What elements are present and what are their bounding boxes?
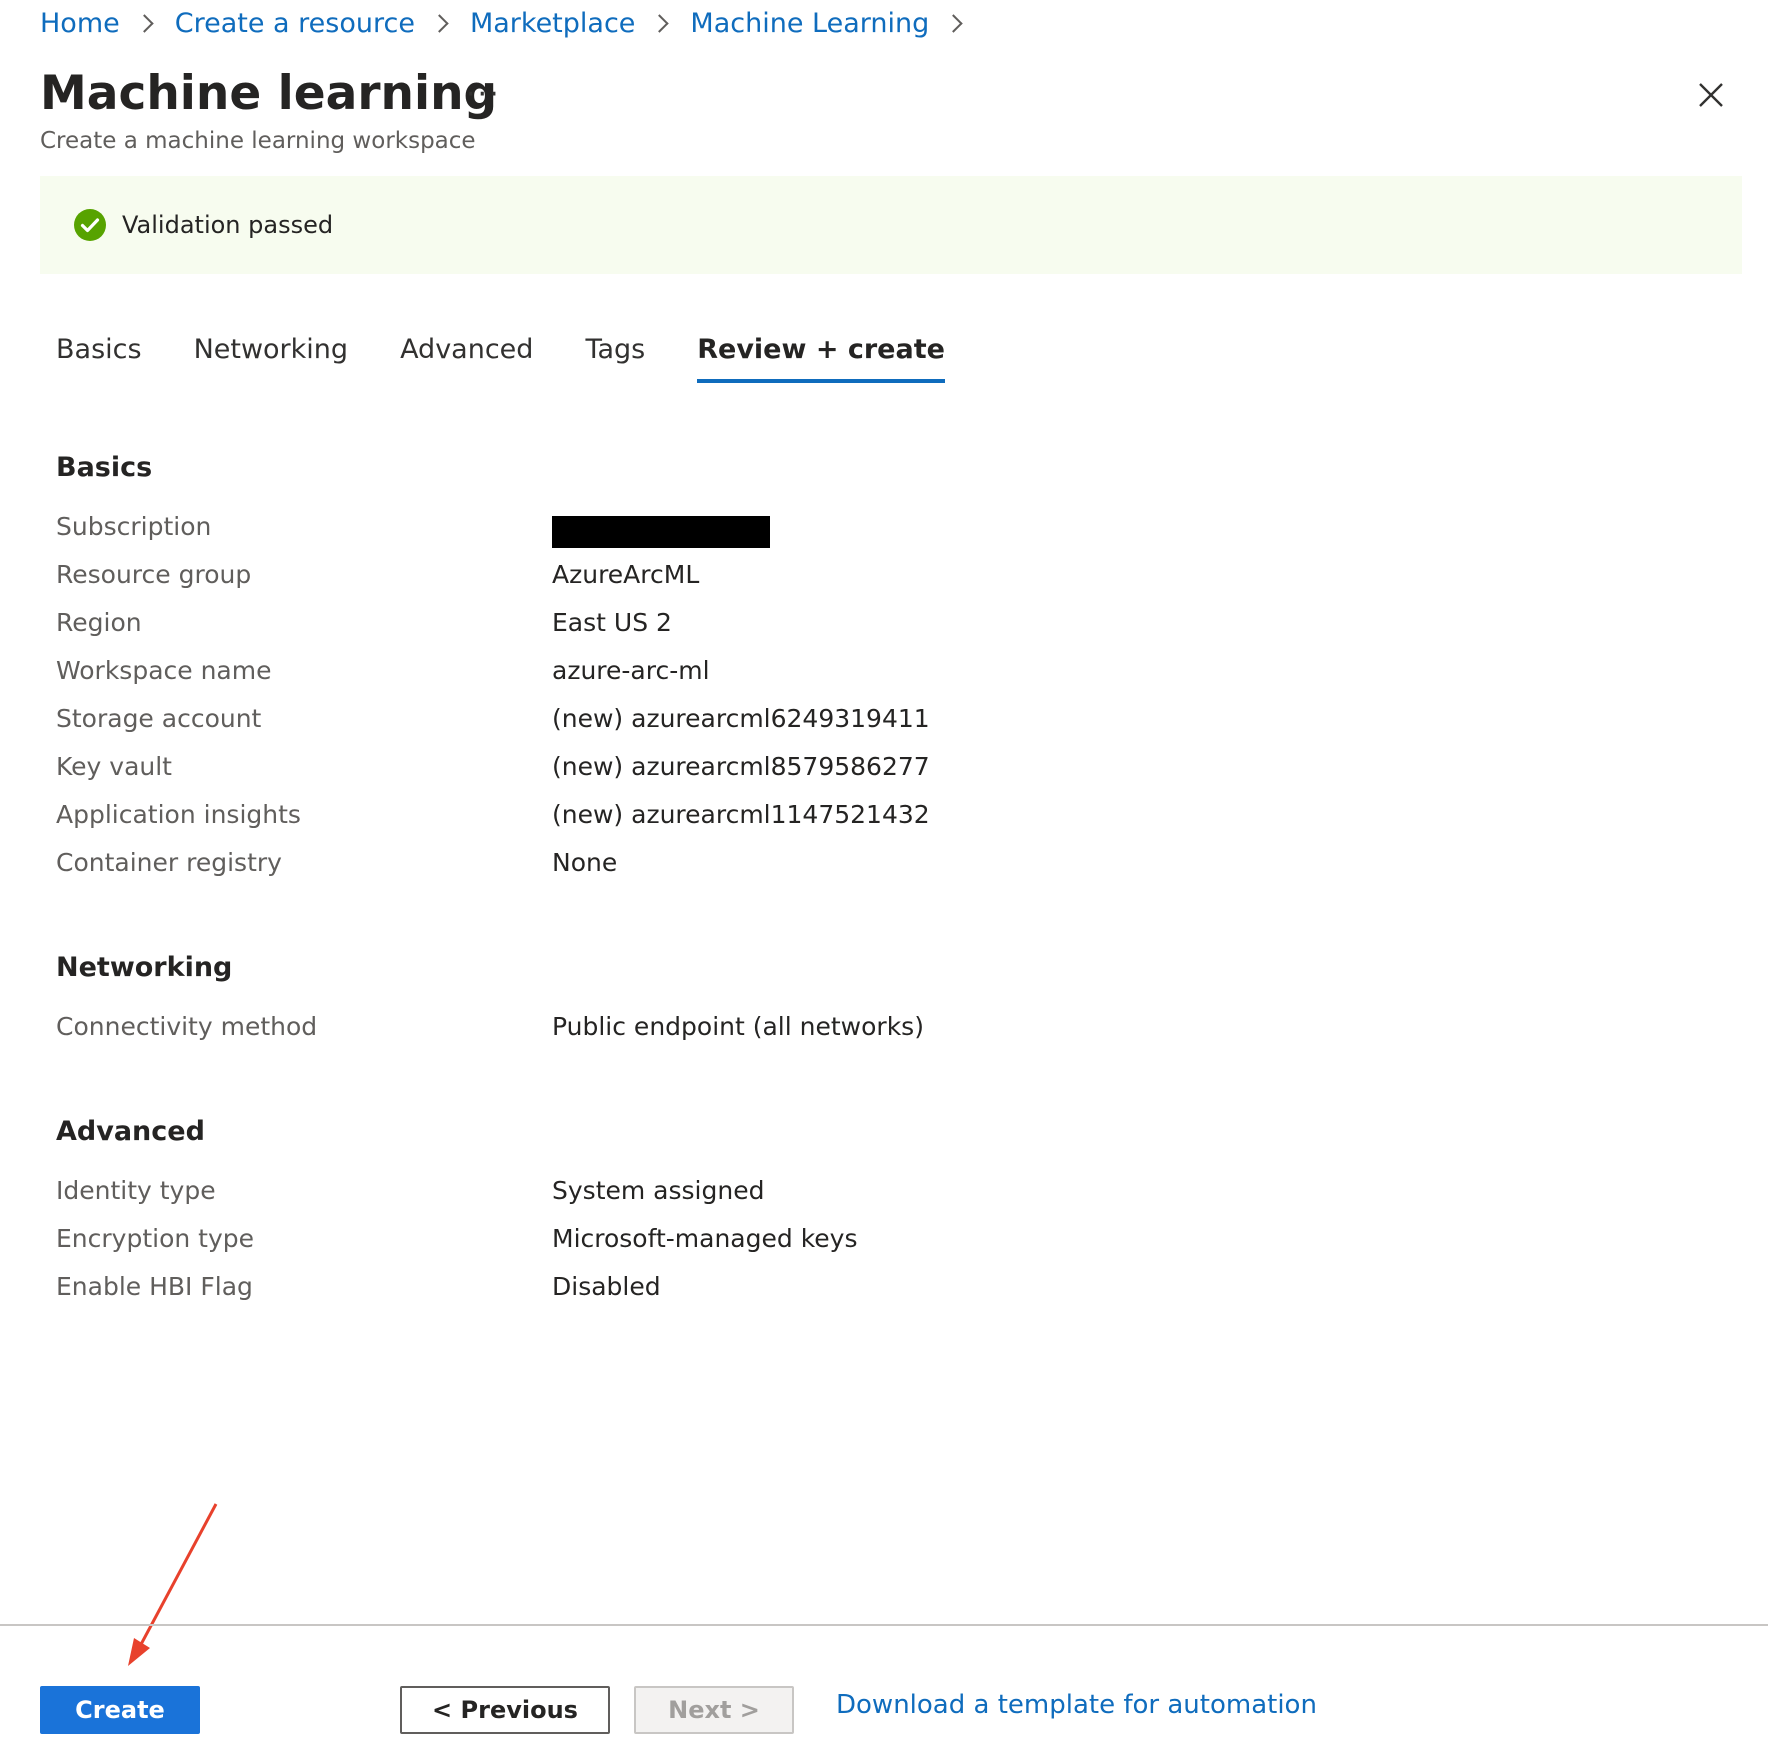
tab-review-create[interactable]: Review + create [697,334,945,383]
row-label: Resource group [56,560,252,589]
page: Home Create a resource Marketplace Machi… [0,0,1768,1762]
validation-message: Validation passed [122,211,334,239]
summary-row: Region East US 2 [56,608,1656,648]
success-check-icon [74,209,106,241]
row-value: Microsoft-managed keys [552,1224,858,1253]
row-label: Storage account [56,704,262,733]
tab-advanced[interactable]: Advanced [400,334,533,383]
summary-row: Resource group AzureArcML [56,560,1656,600]
row-label: Key vault [56,752,172,781]
chevron-right-icon [944,14,963,33]
row-value: (new) azurearcml8579586277 [552,752,930,781]
chevron-right-icon [650,14,670,33]
page-title: Machine learning [40,66,498,121]
previous-button[interactable]: < Previous [400,1686,610,1734]
breadcrumb-machine-learning[interactable]: Machine Learning [690,8,929,39]
row-value: Public endpoint (all networks) [552,1012,924,1041]
row-value: azure-arc-ml [552,656,710,685]
validation-banner: Validation passed [40,176,1742,274]
footer-divider [0,1624,1768,1626]
chevron-right-icon [135,14,154,33]
summary-row: Enable HBI Flag Disabled [56,1272,1656,1312]
create-button[interactable]: Create [40,1686,200,1734]
wizard-tabs: Basics Networking Advanced Tags Review +… [56,334,997,383]
summary-row: Identity type System assigned [56,1176,1656,1216]
row-label: Region [56,608,142,637]
row-value: System assigned [552,1176,765,1205]
row-label: Connectivity method [56,1012,318,1041]
chevron-right-icon [430,14,449,33]
row-label: Identity type [56,1176,216,1205]
summary-row: Application insights (new) azurearcml114… [56,800,1656,840]
summary-row: Subscription [56,512,1656,552]
summary-row: Storage account (new) azurearcml62493194… [56,704,1656,744]
more-options-icon[interactable]: ··· [466,80,501,110]
summary-row: Encryption type Microsoft-managed keys [56,1224,1656,1264]
section-title-basics: Basics [56,452,153,483]
section-title-networking: Networking [56,952,233,983]
row-value: AzureArcML [552,560,700,589]
breadcrumb: Home Create a resource Marketplace Machi… [40,8,984,39]
row-value: (new) azurearcml6249319411 [552,704,930,733]
summary-row: Workspace name azure-arc-ml [56,656,1656,696]
breadcrumb-create-resource[interactable]: Create a resource [175,8,415,39]
section-title-advanced: Advanced [56,1116,205,1147]
page-subtitle: Create a machine learning workspace [40,128,476,154]
row-value: (new) azurearcml1147521432 [552,800,930,829]
download-template-link[interactable]: Download a template for automation [836,1690,1317,1720]
summary-row: Container registry None [56,848,1656,888]
tab-basics[interactable]: Basics [56,334,142,383]
tab-networking[interactable]: Networking [194,334,349,383]
summary-row: Key vault (new) azurearcml8579586277 [56,752,1656,792]
row-label: Application insights [56,800,301,829]
row-value: Disabled [552,1272,661,1301]
breadcrumb-home[interactable]: Home [40,8,120,39]
redacted-value [552,516,770,548]
breadcrumb-marketplace[interactable]: Marketplace [470,8,635,39]
summary-row: Connectivity method Public endpoint (all… [56,1012,1656,1052]
annotation-arrow-icon [120,1500,230,1670]
row-label: Enable HBI Flag [56,1272,253,1301]
row-label: Container registry [56,848,282,877]
row-value: East US 2 [552,608,672,637]
next-button[interactable]: Next > [634,1686,794,1734]
close-icon[interactable] [1696,80,1726,110]
row-value: None [552,848,618,877]
row-label: Subscription [56,512,212,541]
row-label: Encryption type [56,1224,255,1253]
row-label: Workspace name [56,656,272,685]
tab-tags[interactable]: Tags [585,334,645,383]
